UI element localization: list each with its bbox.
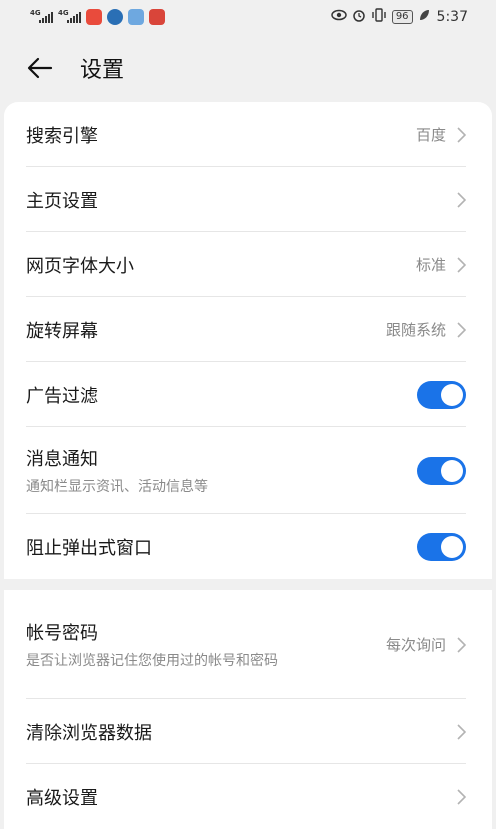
- row-label: 阻止弹出式窗口: [26, 537, 152, 559]
- row-label: 高级设置: [26, 787, 98, 809]
- row-label: 帐号密码: [26, 622, 98, 644]
- row-subtitle: 是否让浏览器记住您使用过的帐号和密码: [26, 652, 278, 669]
- chevron-right-icon: [457, 126, 466, 143]
- signal-icon: 4G: [30, 9, 53, 23]
- section-divider: [0, 579, 496, 590]
- block-popups-toggle[interactable]: [417, 532, 466, 561]
- clear-browser-data-row[interactable]: 清除浏览器数据: [4, 699, 492, 764]
- alarm-icon: [352, 8, 366, 26]
- leaf-icon: [418, 9, 430, 25]
- row-value: 每次询问: [385, 636, 446, 654]
- page-title: 设置: [80, 58, 125, 83]
- chevron-right-icon: [457, 636, 466, 653]
- back-arrow-icon[interactable]: [26, 54, 54, 82]
- settings-group-general: 搜索引擎 百度 主页设置 网页字体大小 标准 旋转屏幕 跟随系统 广告过滤 消息…: [4, 102, 492, 579]
- chevron-right-icon: [457, 788, 466, 805]
- chevron-right-icon: [457, 191, 466, 208]
- app-notification-icon: [86, 9, 102, 25]
- app-notification-icon: [107, 9, 123, 25]
- chevron-right-icon: [457, 723, 466, 740]
- app-notification-icon: [149, 9, 165, 25]
- row-label: 主页设置: [26, 190, 98, 212]
- status-bar: 4G 4G 96 5:37: [0, 0, 496, 34]
- clock: 5:37: [436, 9, 468, 25]
- search-engine-row[interactable]: 搜索引擎 百度: [4, 102, 492, 167]
- ad-filter-row: 广告过滤: [4, 362, 492, 427]
- page-header: 设置: [0, 34, 496, 102]
- homepage-settings-row[interactable]: 主页设置: [4, 167, 492, 232]
- vibrate-icon: [371, 8, 387, 26]
- app-notification-icon: [128, 9, 144, 25]
- row-label: 广告过滤: [26, 385, 98, 407]
- row-label: 清除浏览器数据: [26, 722, 152, 744]
- notifications-row: 消息通知 通知栏显示资讯、活动信息等: [4, 427, 492, 514]
- row-label: 网页字体大小: [26, 255, 134, 277]
- row-subtitle: 通知栏显示资讯、活动信息等: [26, 478, 208, 495]
- settings-group-privacy: 帐号密码 是否让浏览器记住您使用过的帐号和密码 每次询问 清除浏览器数据 高级设…: [4, 590, 492, 829]
- ad-filter-toggle[interactable]: [417, 380, 466, 409]
- row-value: 跟随系统: [385, 321, 446, 339]
- notifications-toggle[interactable]: [417, 456, 466, 485]
- font-size-row[interactable]: 网页字体大小 标准: [4, 232, 492, 297]
- account-password-row[interactable]: 帐号密码 是否让浏览器记住您使用过的帐号和密码 每次询问: [4, 590, 492, 699]
- row-value: 百度: [415, 126, 446, 144]
- rotate-screen-row[interactable]: 旋转屏幕 跟随系统: [4, 297, 492, 362]
- chevron-right-icon: [457, 321, 466, 338]
- block-popups-row: 阻止弹出式窗口: [4, 514, 492, 579]
- row-label: 搜索引擎: [26, 125, 98, 147]
- advanced-settings-row[interactable]: 高级设置: [4, 764, 492, 829]
- eye-icon: [331, 9, 347, 25]
- chevron-right-icon: [457, 256, 466, 273]
- signal-icon-2: 4G: [58, 9, 81, 23]
- row-label: 旋转屏幕: [26, 320, 98, 342]
- battery-icon: 96: [391, 10, 413, 24]
- row-label: 消息通知: [26, 448, 98, 470]
- row-value: 标准: [415, 256, 446, 274]
